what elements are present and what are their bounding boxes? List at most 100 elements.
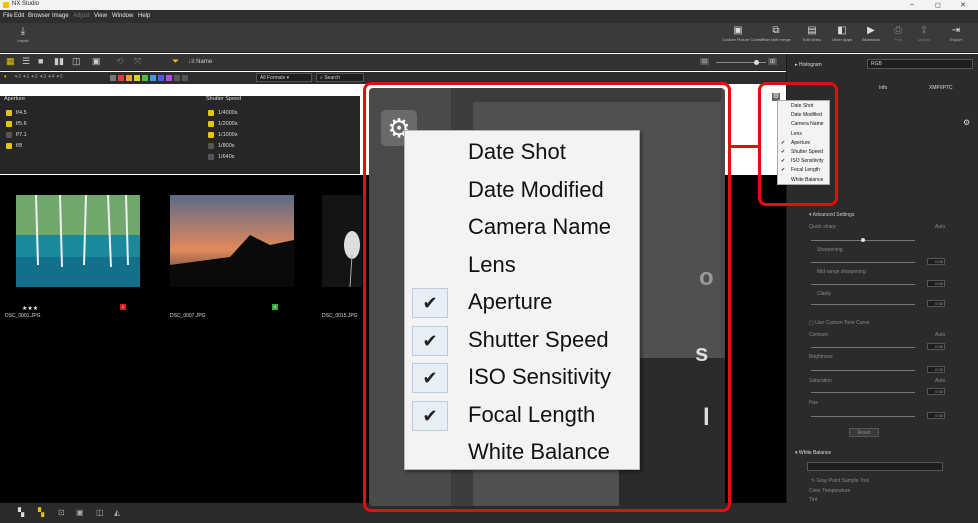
menu-item-date-modified[interactable]: Date Modified <box>778 112 829 119</box>
label-filter-swatch[interactable] <box>126 75 132 81</box>
brightness-slider[interactable] <box>811 370 915 371</box>
contrast-value[interactable]: 0.00 <box>927 343 945 350</box>
mid-range-value[interactable]: 0.00 <box>927 280 945 287</box>
menu-browser[interactable]: Browser <box>28 13 50 19</box>
sharpening-slider[interactable] <box>811 262 915 263</box>
custom-tone-curve-checkbox[interactable]: ▢ Use Custom Tone Curve <box>809 320 870 326</box>
stack-icon[interactable]: ▚ <box>18 508 24 517</box>
label-filter-swatch[interactable] <box>150 75 156 81</box>
aperture-checkbox[interactable] <box>6 121 12 127</box>
aperture-checkbox[interactable] <box>6 132 12 138</box>
menu-help[interactable]: Help <box>138 13 150 19</box>
quick-sharp-knob[interactable] <box>861 238 865 242</box>
tab-info[interactable]: Info <box>879 85 887 91</box>
menu-item-date-modified[interactable]: Date Modified <box>405 173 639 209</box>
label-filter-swatch[interactable] <box>110 75 116 81</box>
thumbnail-1[interactable] <box>16 194 140 287</box>
quick-sharp-auto[interactable]: Auto <box>935 224 945 230</box>
picture-control-button[interactable]: ▣ Custom Picture Control <box>722 25 763 42</box>
menu-item-camera-name[interactable]: Camera Name <box>778 121 829 128</box>
menu-file[interactable]: File <box>3 13 13 19</box>
stack-alt-icon[interactable]: ▚ <box>38 508 44 517</box>
shutter-checkbox[interactable] <box>208 143 214 149</box>
menu-item-focal-length[interactable]: ✔ Focal Length <box>405 398 639 434</box>
edit-video-button[interactable]: ▤ Edit Video <box>800 25 824 42</box>
menu-item-lens[interactable]: Lens <box>405 248 639 284</box>
close-button[interactable]: ✕ <box>960 1 966 9</box>
panel-settings-icon[interactable]: ⚙ <box>963 118 970 127</box>
shutter-checkbox[interactable] <box>208 132 214 138</box>
label-filter-swatch[interactable] <box>174 75 180 81</box>
histogram-mode-select[interactable]: RGB <box>867 59 973 69</box>
thumbnail-1-rating[interactable]: ★★★ <box>22 305 38 312</box>
label-filter-swatch[interactable] <box>182 75 188 81</box>
menu-item-camera-name[interactable]: Camera Name <box>405 210 639 246</box>
clarity-slider[interactable] <box>811 304 915 305</box>
sort-select[interactable]: ↓≡ Name <box>188 59 212 65</box>
aperture-checkbox[interactable] <box>6 143 12 149</box>
menu-view[interactable]: View <box>94 13 107 19</box>
menu-item-shutter-speed[interactable]: ✔ Shutter Speed <box>405 323 639 359</box>
label-filter-swatch[interactable] <box>142 75 148 81</box>
menu-window[interactable]: Window <box>112 13 133 19</box>
panel-toggle-icon[interactable]: ◫ <box>96 508 104 517</box>
minimize-button[interactable]: – <box>910 1 914 8</box>
contrast-auto[interactable]: Auto <box>935 332 945 338</box>
shutter-checkbox[interactable] <box>208 154 214 160</box>
menu-item-iso-sensitivity[interactable]: ✔ ISO Sensitivity <box>778 158 829 165</box>
menu-item-shutter-speed[interactable]: ✔ Shutter Speed <box>778 149 829 156</box>
tab-xmp-iptc[interactable]: XMP/IPTC <box>929 85 953 91</box>
map-view-icon[interactable]: ▣ <box>92 56 101 67</box>
rotate-icon[interactable]: ⟲ <box>116 56 124 67</box>
compare-view-icon[interactable]: ◫ <box>72 56 81 67</box>
thumbnail-size-knob[interactable] <box>754 60 759 65</box>
rating-filter-icon[interactable]: ▾ <box>4 74 7 80</box>
search-input[interactable]: ⌕ Search <box>316 73 364 82</box>
shutter-checkbox[interactable] <box>208 121 214 127</box>
brightness-value[interactable]: 0.00 <box>927 366 945 373</box>
slideshow-button[interactable]: ▶ Slideshow <box>859 25 883 42</box>
thumbnail-2[interactable] <box>170 195 294 287</box>
menu-item-aperture[interactable]: ✔ Aperture <box>778 140 829 147</box>
thumbnail-3[interactable] <box>322 195 362 288</box>
label-filter-swatch[interactable] <box>158 75 164 81</box>
label-filter-swatch[interactable] <box>166 75 172 81</box>
zoom-out-icon[interactable]: ⊟ <box>700 58 710 65</box>
info-overlay-icon[interactable]: ⊡ <box>58 508 65 517</box>
filter-icon[interactable]: ⏷ <box>172 56 179 67</box>
menu-item-white-balance[interactable]: White Balance <box>778 177 829 184</box>
reset-button[interactable]: Reset <box>849 428 879 437</box>
sharpening-value[interactable]: 0.00 <box>927 258 945 265</box>
menu-image[interactable]: Image <box>52 13 69 19</box>
menu-item-white-balance[interactable]: White Balance <box>405 435 639 471</box>
gray-point-tool[interactable]: ✎ Gray Point Sample Tool <box>811 478 869 484</box>
maximize-button[interactable]: ◻ <box>935 1 941 9</box>
hue-slider[interactable] <box>811 416 915 417</box>
label-filter-swatch[interactable] <box>134 75 140 81</box>
export-button[interactable]: ⇥ Export <box>945 25 967 42</box>
fit-icon[interactable]: ⤧ <box>134 56 141 67</box>
aperture-checkbox[interactable] <box>6 110 12 116</box>
list-view-icon[interactable]: ☰ <box>22 56 30 67</box>
histogram-toggle-icon[interactable]: ◭ <box>114 508 120 517</box>
menu-item-focal-length[interactable]: ✔ Focal Length <box>778 167 829 174</box>
label-filter-swatch[interactable] <box>118 75 124 81</box>
upload-button[interactable]: ⇪ Upload <box>914 25 934 42</box>
menu-item-iso-sensitivity[interactable]: ✔ ISO Sensitivity <box>405 360 639 396</box>
clarity-value[interactable]: 0.00 <box>927 300 945 307</box>
mid-range-slider[interactable] <box>811 284 915 285</box>
menu-item-aperture[interactable]: ✔ Aperture <box>405 285 639 321</box>
advanced-settings-header[interactable]: ▾ Advanced Settings <box>809 212 854 218</box>
other-apps-button[interactable]: ◧ Other Apps <box>827 25 857 42</box>
rating-filter[interactable]: ✦2 ✦1 ✦2 ✦3 ✦4 ✦5 <box>14 74 63 80</box>
menu-item-date-shot[interactable]: Date Shot <box>778 103 829 110</box>
single-view-icon[interactable]: ■ <box>38 56 43 66</box>
import-button[interactable]: ⤓ Import <box>8 26 38 43</box>
white-balance-select[interactable] <box>807 462 943 471</box>
menu-adjust[interactable]: Adjust <box>73 13 90 19</box>
shutter-checkbox[interactable] <box>208 110 214 116</box>
pixel-shift-button[interactable]: ⧉ Pixel shift merge <box>756 25 796 42</box>
zoom-in-icon[interactable]: ⊞ <box>768 58 778 65</box>
film-icon[interactable]: ▣ <box>76 508 84 517</box>
contrast-slider[interactable] <box>811 347 915 348</box>
